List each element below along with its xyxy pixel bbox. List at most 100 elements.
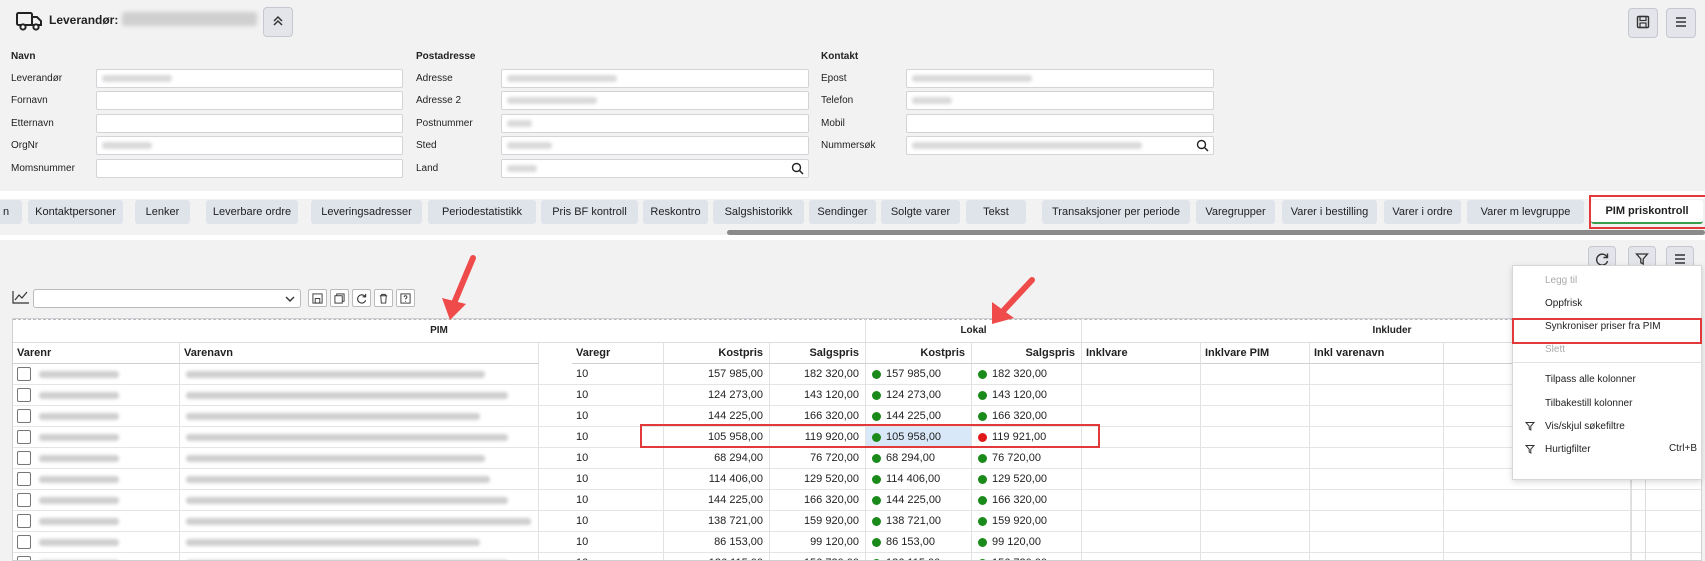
menu-item-synkroniser-priser-fra-pim[interactable]: Synkroniser priser fra PIM (1513, 315, 1703, 337)
column-header-salgspris[interactable]: Salgspris (770, 343, 866, 364)
row-checkbox[interactable] (17, 451, 31, 465)
table-row[interactable]: 10 124 273,00 143 120,00 124 273,00 143 120,… (13, 385, 1701, 406)
cell-varenr[interactable] (13, 511, 180, 531)
menu-item-vis-skjul-søkefiltre[interactable]: Vis/skjul søkefiltre (1513, 415, 1703, 437)
fornavn-field[interactable] (96, 91, 403, 110)
row-checkbox[interactable] (17, 472, 31, 486)
table-row[interactable]: 10 157 985,00 182 320,00 157 985,00 182 320,… (13, 364, 1701, 385)
land-field[interactable] (501, 159, 809, 178)
save-view-button[interactable] (308, 289, 327, 307)
column-header-varenr[interactable]: Varenr (13, 343, 180, 364)
epost-field[interactable] (906, 69, 1214, 88)
tab-pim-priskontroll[interactable]: PIM priskontroll (1591, 200, 1703, 224)
cell-lokal-kostpris: 86 153,00 (866, 532, 972, 552)
table-row[interactable]: 10 114 406,00 129 520,00 114 406,00 129 520,… (13, 469, 1701, 490)
search-icon[interactable] (791, 162, 804, 178)
etternavn-field[interactable] (96, 114, 403, 133)
row-checkbox[interactable] (17, 367, 31, 381)
column-header-varenavn[interactable]: Varenavn (180, 343, 539, 364)
cell-varenr[interactable] (13, 385, 180, 405)
row-checkbox[interactable] (17, 430, 31, 444)
cell-varenr[interactable] (13, 532, 180, 552)
tab-pris-bf-kontroll[interactable]: Pris BF kontroll (541, 200, 638, 224)
cell-lokal-salgspris-value: 182 320,00 (992, 368, 1048, 380)
table-row[interactable]: 10 86 153,00 99 120,00 86 153,00 99 120,00 (13, 532, 1701, 553)
table-row[interactable]: 10 68 294,00 76 720,00 68 294,00 76 720,00 (13, 448, 1701, 469)
tab-salgshistorikk[interactable]: Salgshistorikk (713, 200, 804, 224)
column-header-kostpris[interactable]: Kostpris (866, 343, 972, 364)
cell-varenr[interactable] (13, 469, 180, 489)
tab-reskontro[interactable]: Reskontro (643, 200, 708, 224)
column-header-varegr[interactable]: Varegr (572, 343, 664, 364)
column-header-inklvare-pim[interactable]: Inklvare PIM (1201, 343, 1310, 364)
cell-varenr[interactable] (13, 427, 180, 447)
cell-varenr[interactable] (13, 364, 180, 384)
help-icon[interactable] (396, 289, 415, 307)
search-icon[interactable] (1196, 139, 1209, 155)
sted-field[interactable] (501, 136, 809, 155)
tab-varer-i-bestilling[interactable]: Varer i bestilling (1282, 200, 1377, 224)
cell-inklvare-pim (1201, 406, 1310, 426)
tab-leveringsadresser[interactable]: Leveringsadresser (311, 200, 422, 224)
tab-lenker[interactable]: Lenker (135, 200, 190, 224)
row-checkbox[interactable] (17, 535, 31, 549)
tab-scrollbar[interactable] (727, 230, 1705, 235)
menu-item-oppfrisk[interactable]: Oppfrisk (1513, 292, 1703, 314)
cell-lokal-kostpris-value: 138 721,00 (886, 515, 942, 527)
save-button[interactable] (1628, 8, 1658, 38)
filter-icon (1524, 421, 1536, 434)
chart-icon[interactable] (12, 290, 30, 307)
column-header-inklvare[interactable]: Inklvare (1082, 343, 1201, 364)
table-row[interactable]: 10 144 225,00 166 320,00 144 225,00 166 320,… (13, 490, 1701, 511)
row-checkbox[interactable] (17, 556, 31, 560)
cell-varenr[interactable] (13, 490, 180, 510)
tab-varegrupper[interactable]: Varegrupper (1196, 200, 1275, 224)
tab-partial[interactable]: n (0, 200, 22, 224)
main-menu-button[interactable] (1666, 8, 1696, 38)
row-checkbox[interactable] (17, 514, 31, 528)
collapse-button[interactable] (263, 7, 293, 37)
cell-varegr: 10 (572, 364, 664, 384)
view-select[interactable] (33, 289, 301, 308)
row-checkbox[interactable] (17, 409, 31, 423)
cell-varenr[interactable] (13, 448, 180, 468)
table-row[interactable]: 10 136 115,00 156 720,00 136 115,00 156 720,… (13, 553, 1701, 560)
tab-solgte-varer[interactable]: Solgte varer (881, 200, 960, 224)
row-checkbox[interactable] (17, 493, 31, 507)
adresse-2-field[interactable] (501, 91, 809, 110)
status-dot-icon (872, 390, 881, 400)
menu-item-tilpass-alle-kolonner[interactable]: Tilpass alle kolonner (1513, 368, 1703, 390)
postnummer-field[interactable] (501, 114, 809, 133)
tab-kontaktpersoner[interactable]: Kontaktpersoner (28, 200, 123, 224)
tab-periodestatistikk[interactable]: Periodestatistikk (428, 200, 536, 224)
menu-item-hurtigfilter[interactable]: Hurtigfilter Ctrl+B (1513, 438, 1703, 460)
menu-item-tilbakestill-kolonner[interactable]: Tilbakestill kolonner (1513, 392, 1703, 414)
column-header-kostpris[interactable]: Kostpris (664, 343, 770, 364)
orgnr-field[interactable] (96, 136, 403, 155)
mobil-field[interactable] (906, 114, 1214, 133)
table-row[interactable]: 10 138 721,00 159 920,00 138 721,00 159 920,… (13, 511, 1701, 532)
tab-transaksjoner-per-periode[interactable]: Transaksjoner per periode (1042, 200, 1190, 224)
momsnummer-field[interactable] (96, 159, 403, 178)
tab-tekst[interactable]: Tekst (966, 200, 1026, 224)
tab-varer-i-ordre[interactable]: Varer i ordre (1384, 200, 1461, 224)
refresh-icon[interactable] (352, 289, 371, 307)
cell-inkl-varenavn (1310, 511, 1444, 531)
tab-sendinger[interactable]: Sendinger (809, 200, 876, 224)
column-header-inkl-varenavn[interactable]: Inkl varenavn (1310, 343, 1444, 364)
leverandor-field[interactable] (96, 69, 403, 88)
copy-icon[interactable] (330, 289, 349, 307)
tab-varer-m-levgruppe[interactable]: Varer m levgruppe (1467, 200, 1584, 224)
row-checkbox[interactable] (17, 388, 31, 402)
cell-lokal-kostpris: 144 225,00 (866, 406, 972, 426)
trash-icon[interactable] (374, 289, 393, 307)
tab-leverbare-ordre[interactable]: Leverbare ordre (206, 200, 298, 224)
cell-varenr[interactable] (13, 406, 180, 426)
adresse-field[interactable] (501, 69, 809, 88)
nummersok-field[interactable] (906, 136, 1214, 155)
table-row[interactable]: 10 144 225,00 166 320,00 144 225,00 166 320,… (13, 406, 1701, 427)
column-header-salgspris[interactable]: Salgspris (972, 343, 1082, 364)
telefon-field[interactable] (906, 91, 1214, 110)
cell-varenr[interactable] (13, 553, 180, 560)
table-row[interactable]: 10 105 958,00 119 920,00 105 958,00 119 921,… (13, 427, 1701, 448)
